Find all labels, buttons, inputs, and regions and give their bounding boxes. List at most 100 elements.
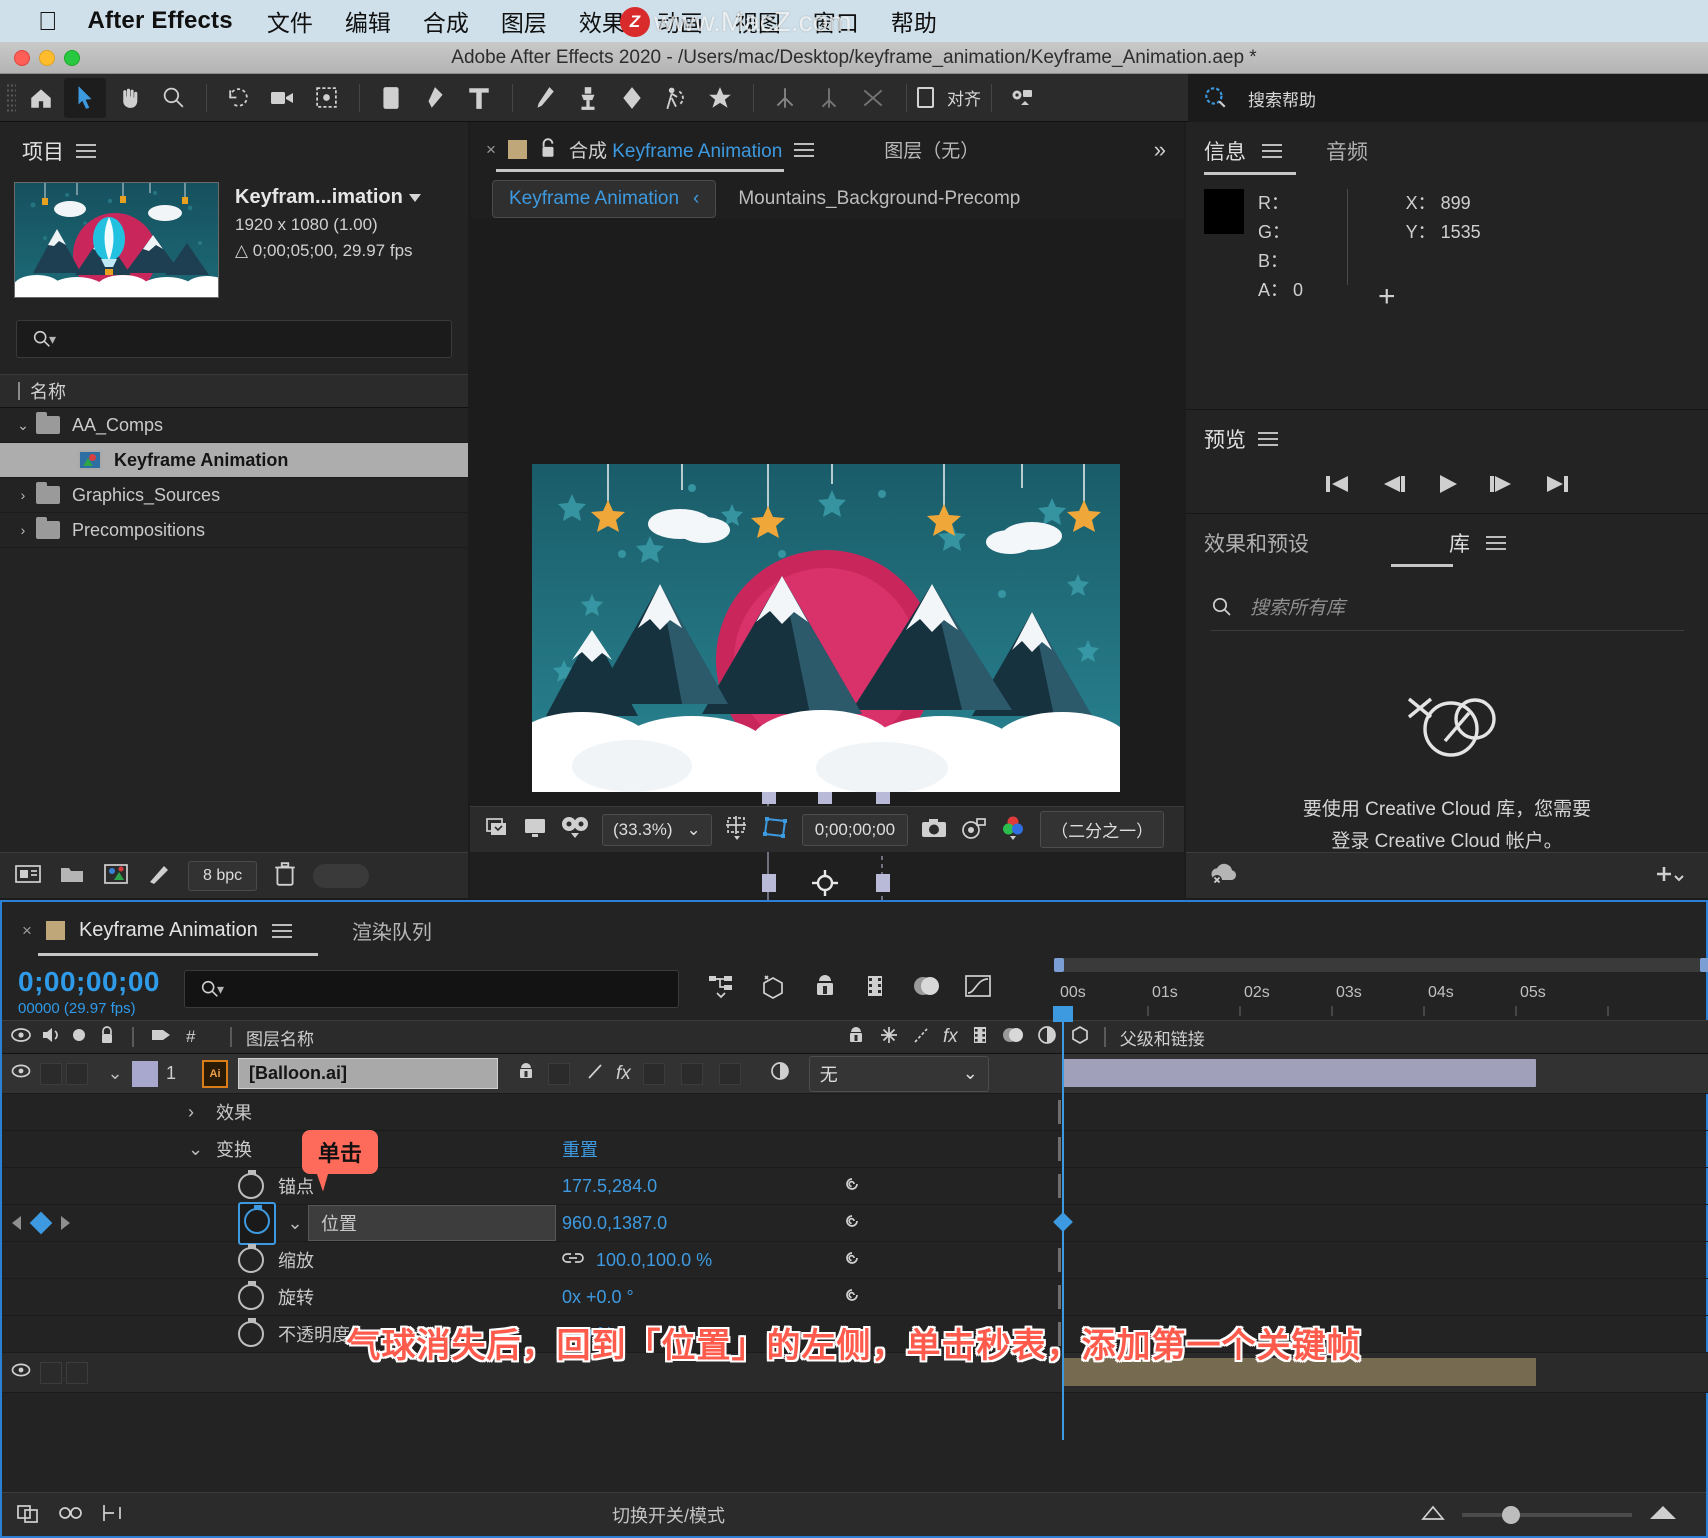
zoom-slider-track[interactable] bbox=[1462, 1505, 1632, 1524]
layer-name-field[interactable]: [Balloon.ai] bbox=[238, 1058, 498, 1089]
work-area-bar[interactable] bbox=[1054, 958, 1708, 972]
project-search-input[interactable]: ▾ bbox=[16, 320, 452, 358]
hide-shy-layers-icon[interactable] bbox=[811, 973, 839, 1002]
table-row[interactable]: 旋转 0x +0.0 ° bbox=[2, 1279, 1708, 1316]
menu-item-effect[interactable]: 效果 bbox=[579, 4, 625, 38]
property-track[interactable] bbox=[1053, 1205, 1708, 1241]
current-time-indicator[interactable] bbox=[1053, 1006, 1073, 1440]
next-keyframe-icon[interactable] bbox=[61, 1216, 70, 1230]
auto-keyframe-icon[interactable] bbox=[100, 1501, 126, 1528]
zoom-tool-icon[interactable] bbox=[152, 78, 194, 118]
keyframe-navigator[interactable] bbox=[12, 1211, 70, 1235]
tab-layer[interactable]: 图层（无） bbox=[884, 136, 979, 163]
menu-item-edit[interactable]: 编辑 bbox=[345, 4, 391, 38]
enable-frame-blending-icon[interactable] bbox=[863, 973, 887, 1002]
expression-spiral-icon[interactable] bbox=[840, 1172, 864, 1201]
table-row[interactable]: ⌄ 1 Ai [Balloon.ai] fx 无 ⌄ bbox=[2, 1054, 1708, 1094]
workspace-settings-icon[interactable] bbox=[1002, 78, 1044, 118]
breadcrumb-item-active[interactable]: Keyframe Animation ‹ bbox=[492, 180, 717, 218]
layer-effects-switch[interactable]: fx bbox=[616, 1063, 631, 1085]
lock-icon[interactable] bbox=[539, 137, 557, 162]
align-left-icon[interactable] bbox=[764, 78, 806, 118]
table-row[interactable]: 缩放 100.0,100.0 % bbox=[2, 1242, 1708, 1279]
switch-modes-label[interactable]: 切换开关/模式 bbox=[612, 1502, 725, 1528]
property-value[interactable]: 177.5,284.0 bbox=[562, 1176, 657, 1197]
layer-lock-toggle[interactable] bbox=[92, 1063, 98, 1085]
list-item[interactable]: › Precompositions bbox=[0, 513, 468, 548]
stopwatch-icon[interactable] bbox=[238, 1244, 264, 1273]
project-scroll-handle[interactable] bbox=[313, 863, 370, 888]
align-checkbox-icon[interactable] bbox=[917, 87, 934, 108]
first-frame-button[interactable] bbox=[1322, 472, 1352, 499]
expression-spiral-icon[interactable] bbox=[840, 1246, 864, 1275]
align-label[interactable]: 对齐 bbox=[947, 85, 981, 110]
maximize-button[interactable] bbox=[64, 50, 80, 66]
tab-libraries[interactable]: 库 bbox=[1449, 528, 1470, 558]
stopwatch-icon[interactable] bbox=[238, 1318, 264, 1347]
property-twirl-icon[interactable]: ⌄ bbox=[282, 1213, 308, 1234]
property-value[interactable]: 960.0,1387.0 bbox=[562, 1213, 667, 1234]
breadcrumb-item-precomp[interactable]: Mountains_Background-Precomp bbox=[738, 188, 1020, 210]
region-of-interest-icon[interactable] bbox=[724, 815, 750, 844]
zoom-in-icon[interactable] bbox=[1648, 1503, 1678, 1526]
toggle-mask-icon[interactable] bbox=[560, 815, 590, 844]
composition-tab-label[interactable]: 合成 Keyframe Animation bbox=[569, 136, 782, 163]
pan-behind-tool-icon[interactable] bbox=[305, 78, 347, 118]
property-value[interactable]: 100.0,100.0 % bbox=[596, 1250, 712, 1271]
composition-panel-menu-icon[interactable] bbox=[794, 139, 815, 161]
libraries-search-input[interactable]: 搜索所有库 bbox=[1210, 593, 1684, 631]
list-item[interactable]: › Graphics_Sources bbox=[0, 478, 468, 513]
layer-frameblend-switch[interactable] bbox=[642, 1062, 665, 1085]
layer-duration-bar[interactable] bbox=[1062, 1059, 1536, 1087]
align-center-icon[interactable] bbox=[808, 78, 850, 118]
position-stopwatch-highlight[interactable] bbox=[238, 1201, 276, 1245]
next-frame-button[interactable] bbox=[1486, 472, 1516, 499]
menu-item-window[interactable]: 窗口 bbox=[813, 4, 859, 38]
layer-track-area[interactable] bbox=[1054, 1054, 1708, 1093]
property-name[interactable]: 效果 bbox=[216, 1099, 252, 1125]
timeline-zoom-slider[interactable] bbox=[1420, 1503, 1678, 1526]
play-button[interactable] bbox=[1434, 472, 1460, 499]
cloud-sync-off-icon[interactable] bbox=[1208, 862, 1242, 889]
property-value[interactable]: 0x +0.0 ° bbox=[562, 1287, 634, 1308]
new-folder-icon[interactable] bbox=[58, 862, 86, 889]
roto-brush-tool-icon[interactable] bbox=[655, 78, 697, 118]
column-header-name[interactable]: 名称 bbox=[30, 378, 66, 404]
preview-panel-menu-icon[interactable] bbox=[1258, 428, 1278, 450]
table-row[interactable] bbox=[2, 1353, 1708, 1393]
bit-depth-button[interactable]: 8 bpc bbox=[188, 860, 258, 891]
layer-solo-toggle[interactable] bbox=[66, 1361, 88, 1384]
selection-tool-icon[interactable] bbox=[64, 77, 106, 118]
twirl-down-icon[interactable]: ⌄ bbox=[188, 1139, 216, 1160]
draft-3d-icon[interactable] bbox=[759, 972, 787, 1003]
color-channels-icon[interactable] bbox=[1000, 815, 1028, 844]
layer-audio-toggle[interactable] bbox=[40, 1062, 62, 1085]
project-settings-icon[interactable] bbox=[146, 862, 172, 889]
layer-shy-switch[interactable] bbox=[516, 1061, 536, 1086]
twirl-down-icon[interactable]: ⌄ bbox=[10, 417, 36, 434]
layer-adjustment-switch[interactable] bbox=[718, 1062, 741, 1085]
layer-twirl-icon[interactable]: ⌄ bbox=[102, 1063, 128, 1084]
graph-editor-icon[interactable] bbox=[963, 973, 993, 1002]
property-reset-link[interactable]: 重置 bbox=[562, 1136, 598, 1162]
timeline-search-input[interactable]: ▾ bbox=[183, 970, 679, 1008]
layer-quality-switch[interactable] bbox=[586, 1061, 604, 1086]
property-name[interactable]: 不透明度 bbox=[278, 1321, 350, 1347]
toggle-switches-modes-icon[interactable] bbox=[16, 1501, 42, 1528]
parent-dropdown[interactable]: 无 ⌄ bbox=[808, 1055, 989, 1092]
expand-panels-icon[interactable]: » bbox=[1154, 137, 1166, 163]
menu-item-composition[interactable]: 合成 bbox=[423, 4, 469, 38]
property-value[interactable]: 100 % bbox=[562, 1324, 613, 1345]
table-row[interactable]: ⌄ 变换 重置 bbox=[2, 1131, 1708, 1168]
expression-spiral-icon[interactable] bbox=[840, 1209, 864, 1238]
home-icon[interactable] bbox=[20, 78, 62, 118]
twirl-right-icon[interactable]: › bbox=[188, 1102, 216, 1123]
table-row[interactable]: 不透明度 100 % bbox=[2, 1316, 1708, 1353]
menu-item-animation[interactable]: 动画 bbox=[657, 4, 703, 38]
align-distribute-icon[interactable] bbox=[852, 78, 894, 118]
tab-effects-presets[interactable]: 效果和预设 bbox=[1204, 528, 1309, 558]
chevron-down-icon[interactable] bbox=[408, 193, 421, 202]
eraser-tool-icon[interactable] bbox=[611, 78, 653, 118]
show-channel-icon[interactable] bbox=[522, 816, 548, 843]
breadcrumb-chevron-icon[interactable]: ‹ bbox=[693, 188, 699, 210]
